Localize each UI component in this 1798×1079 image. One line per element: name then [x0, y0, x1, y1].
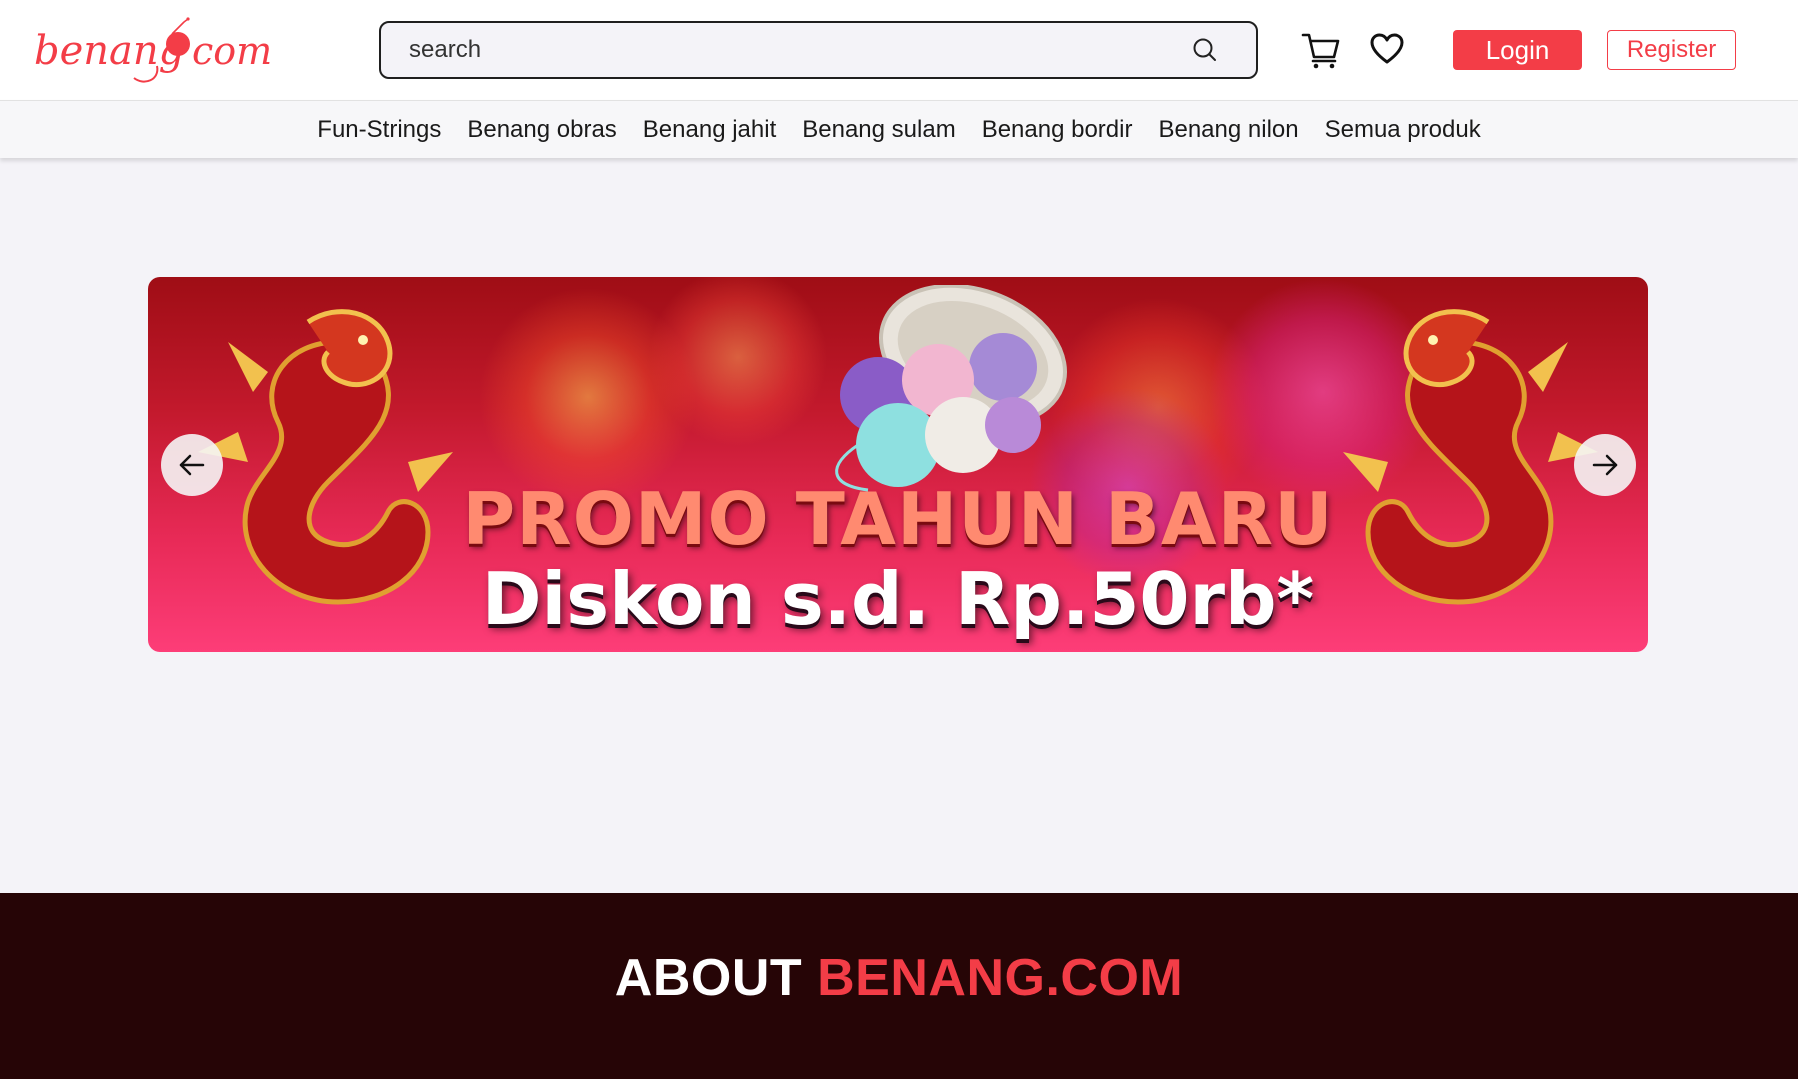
about-title-prefix: ABOUT: [614, 949, 818, 1007]
arrow-left-icon: [179, 454, 205, 476]
login-button[interactable]: Login: [1453, 30, 1582, 70]
nav-item-benang-bordir[interactable]: Benang bordir: [982, 116, 1133, 144]
carousel-next-button[interactable]: [1574, 434, 1636, 496]
nav-item-benang-obras[interactable]: Benang obras: [467, 116, 616, 144]
logo-graphic: benang com: [34, 17, 272, 83]
benang-logo[interactable]: benang com: [34, 14, 274, 86]
about-title: ABOUT BENANG.COM: [0, 948, 1798, 1008]
promo-banner[interactable]: PROMO TAHUN BARU Diskon s.d. Rp.50rb*: [148, 277, 1648, 652]
yarn-bowl-illustration: [835, 285, 1067, 492]
nav-item-semua-produk[interactable]: Semua produk: [1325, 116, 1481, 144]
search-input[interactable]: [409, 23, 1169, 77]
register-button[interactable]: Register: [1607, 30, 1736, 70]
logo-text-left: benang: [34, 28, 184, 74]
promo-title: PROMO TAHUN BARU: [462, 477, 1334, 561]
about-title-brand: BENANG.COM: [817, 949, 1184, 1007]
search-box[interactable]: [379, 21, 1258, 79]
nav-item-benang-jahit[interactable]: Benang jahit: [643, 116, 776, 144]
heart-icon[interactable]: [1370, 32, 1404, 66]
nav-item-fun-strings[interactable]: Fun-Strings: [317, 116, 441, 144]
category-nav: Fun-Strings Benang obras Benang jahit Be…: [0, 100, 1798, 158]
search-icon[interactable]: [1192, 37, 1218, 63]
carousel-prev-button[interactable]: [161, 434, 223, 496]
about-section: ABOUT BENANG.COM: [0, 893, 1798, 1079]
logo-text-right: com: [192, 29, 272, 73]
arrow-right-icon: [1592, 454, 1618, 476]
nav-item-benang-sulam[interactable]: Benang sulam: [802, 116, 955, 144]
site-header: benang com Login Register: [0, 0, 1798, 100]
cart-icon[interactable]: [1301, 30, 1341, 70]
promo-subtitle: Diskon s.d. Rp.50rb*: [481, 557, 1315, 641]
nav-item-benang-nilon[interactable]: Benang nilon: [1158, 116, 1298, 144]
